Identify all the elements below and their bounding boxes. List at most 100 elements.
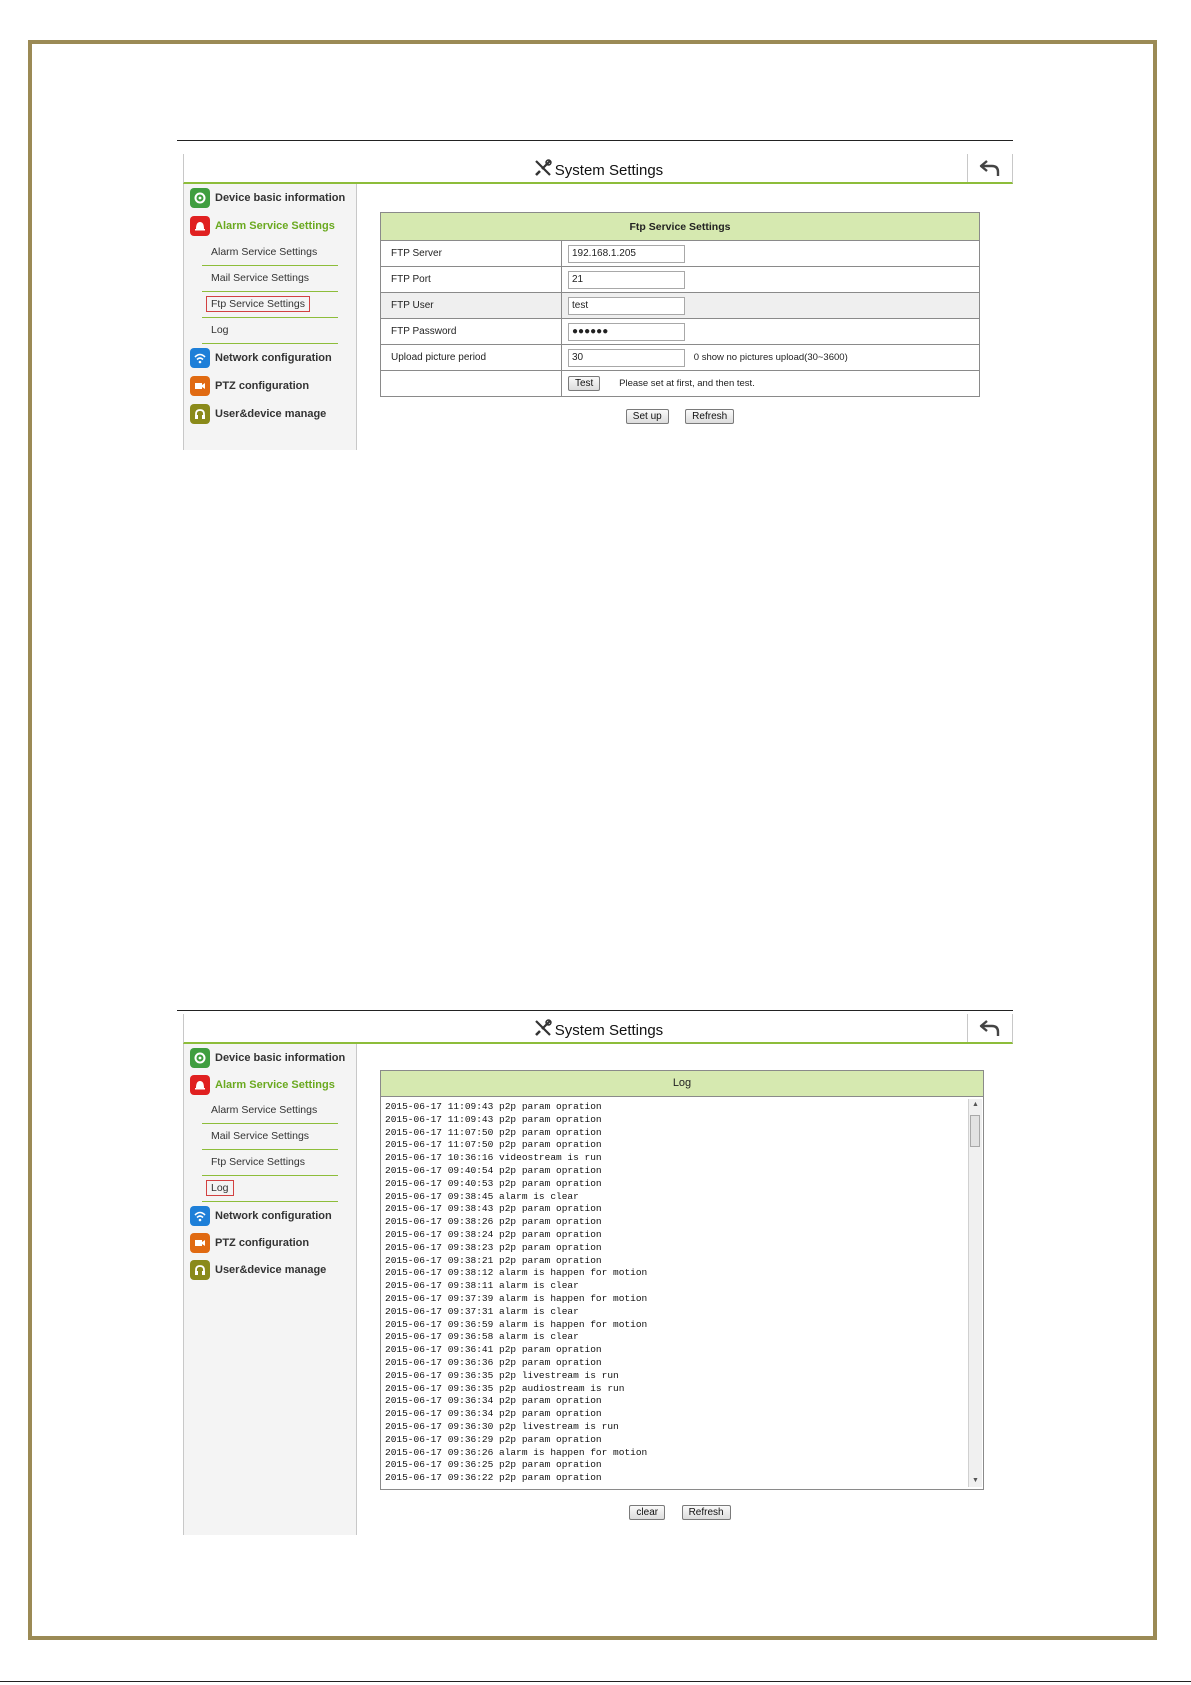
scroll-up-icon[interactable]: ▲ <box>969 1099 982 1111</box>
subnav-label: Ftp Service Settings <box>211 1156 305 1168</box>
ftp-settings-table: Ftp Service Settings FTP Server 192.168.… <box>380 212 980 397</box>
sidebar-item-device-basic[interactable]: Device basic information <box>184 1044 356 1071</box>
camera-icon <box>190 376 210 396</box>
log-line: 2015-06-17 09:36:59 alarm is happen for … <box>385 1318 648 1330</box>
sidebar-item-alarm-service[interactable]: Alarm Service Settings <box>184 1071 356 1098</box>
sidebar-item-network[interactable]: Network configuration <box>184 344 356 372</box>
log-line: 2015-06-17 09:40:53 p2p param opration <box>385 1177 602 1189</box>
subnav-label: Alarm Service Settings <box>211 1104 318 1116</box>
upload-period-input[interactable]: 30 <box>568 348 685 367</box>
upload-period-label: Upload picture period <box>380 344 562 371</box>
sidebar-item-label: Network configuration <box>215 352 332 364</box>
back-button[interactable] <box>967 1014 1012 1042</box>
upload-period-hint: 0 show no pictures upload(30~3600) <box>693 352 848 364</box>
sidebar-item-network[interactable]: Network configuration <box>184 1202 356 1229</box>
log-line: 2015-06-17 09:40:54 p2p param opration <box>385 1164 602 1176</box>
bell-icon <box>190 1074 210 1095</box>
ftp-user-input[interactable]: test <box>568 296 685 315</box>
gear-icon <box>190 1047 210 1068</box>
scrollbar[interactable]: ▲ ▼ <box>968 1099 982 1487</box>
subnav-log[interactable]: Log <box>202 1176 338 1202</box>
subnav-alarm-service[interactable]: Alarm Service Settings <box>202 240 338 266</box>
sidebar-item-label: Network configuration <box>215 1209 332 1222</box>
log-panel: System Settings Device basic information… <box>177 1010 1013 1535</box>
divider <box>177 140 1013 141</box>
sidebar: Device basic information Alarm Service S… <box>183 184 357 450</box>
sidebar-item-user-device[interactable]: User&device manage <box>184 1256 356 1283</box>
table-row: Upload picture period 30 0 show no pictu… <box>380 344 980 371</box>
gear-icon <box>190 188 210 208</box>
page-title: System Settings <box>554 162 664 179</box>
scroll-down-icon[interactable]: ▼ <box>969 1475 982 1487</box>
sidebar-item-label: Alarm Service Settings <box>215 220 335 232</box>
sidebar: Device basic information Alarm Service S… <box>183 1044 357 1535</box>
table-row: FTP Port 21 <box>380 266 980 293</box>
ftp-password-input[interactable]: ●●●●●● <box>568 322 685 341</box>
test-hint: Please set at first, and then test. <box>619 378 755 389</box>
log-line: 2015-06-17 09:36:36 p2p param opration <box>385 1356 602 1368</box>
table-row: FTP Password ●●●●●● <box>380 318 980 345</box>
clear-button[interactable]: clear <box>629 1505 666 1520</box>
subnav-mail-service[interactable]: Mail Service Settings <box>202 266 338 292</box>
log-line: 2015-06-17 10:36:16 videostream is run <box>385 1152 602 1164</box>
log-line: 2015-06-17 09:38:24 p2p param opration <box>385 1228 602 1240</box>
subnav-label: Log <box>211 324 229 336</box>
sidebar-item-label: Device basic information <box>215 192 346 204</box>
subnav-mail-service[interactable]: Mail Service Settings <box>202 1124 338 1150</box>
log-textarea[interactable]: 2015-06-17 11:09:43 p2p param opration 20… <box>383 1099 967 1487</box>
headset-icon <box>190 404 210 424</box>
log-box: Log 2015-06-17 11:09:43 p2p param oprati… <box>380 1070 984 1490</box>
subnav-ftp-service[interactable]: Ftp Service Settings <box>202 292 338 318</box>
refresh-button[interactable]: Refresh <box>681 1505 731 1520</box>
table-row: FTP Server 192.168.1.205 <box>380 240 980 267</box>
log-header: Log <box>381 1071 983 1097</box>
sidebar-item-label: PTZ configuration <box>215 1236 310 1249</box>
sidebar-item-ptz[interactable]: PTZ configuration <box>184 1229 356 1256</box>
subnav-alarm-service[interactable]: Alarm Service Settings <box>202 1098 338 1124</box>
log-line: 2015-06-17 09:38:23 p2p param opration <box>385 1241 602 1253</box>
empty-cell <box>380 370 562 397</box>
sidebar-item-device-basic[interactable]: Device basic information <box>184 184 356 212</box>
wifi-icon <box>190 348 210 368</box>
log-line: 2015-06-17 09:36:35 p2p livestream is ru… <box>385 1369 619 1381</box>
sidebar-item-user-device[interactable]: User&device manage <box>184 400 356 428</box>
log-line: 2015-06-17 09:38:11 alarm is clear <box>385 1280 579 1292</box>
subnav-label-selected: Log <box>206 1180 234 1196</box>
log-line: 2015-06-17 09:36:34 p2p param opration <box>385 1408 602 1420</box>
test-button[interactable]: Test <box>568 376 601 391</box>
ftp-server-label: FTP Server <box>380 240 562 267</box>
page-title: System Settings <box>554 1022 664 1039</box>
ftp-actions: Set up Refresh <box>380 406 980 424</box>
log-line: 2015-06-17 09:38:21 p2p param opration <box>385 1254 602 1266</box>
log-line: 2015-06-17 09:36:30 p2p livestream is ru… <box>385 1420 619 1432</box>
ftp-user-label: FTP User <box>380 292 562 319</box>
log-actions: clear Refresh <box>380 1502 980 1520</box>
scroll-thumb[interactable] <box>970 1115 980 1147</box>
subnav-label: Mail Service Settings <box>211 1130 310 1142</box>
sidebar-item-alarm-service[interactable]: Alarm Service Settings <box>184 212 356 240</box>
log-line: 2015-06-17 09:37:39 alarm is happen for … <box>385 1292 648 1304</box>
tools-icon <box>534 159 552 176</box>
ftp-port-input[interactable]: 21 <box>568 270 685 289</box>
camera-icon <box>190 1232 210 1253</box>
log-line: 2015-06-17 09:36:34 p2p param opration <box>385 1395 602 1407</box>
log-line: 2015-06-17 09:36:41 p2p param opration <box>385 1344 602 1356</box>
ftp-password-label: FTP Password <box>380 318 562 345</box>
back-button[interactable] <box>967 154 1012 182</box>
subnav-ftp-service[interactable]: Ftp Service Settings <box>202 1150 338 1176</box>
tools-icon <box>534 1019 552 1036</box>
subnav-log[interactable]: Log <box>202 318 338 344</box>
ftp-server-input[interactable]: 192.168.1.205 <box>568 244 685 263</box>
log-line: 2015-06-17 09:38:26 p2p param opration <box>385 1216 602 1228</box>
back-arrow-icon <box>979 1020 1000 1036</box>
sidebar-item-ptz[interactable]: PTZ configuration <box>184 372 356 400</box>
subnav-label: Mail Service Settings <box>211 272 310 284</box>
refresh-button[interactable]: Refresh <box>685 409 735 424</box>
table-header: Ftp Service Settings <box>380 212 980 241</box>
setup-button[interactable]: Set up <box>625 409 669 424</box>
bell-icon <box>190 216 210 236</box>
log-line: 2015-06-17 09:37:31 alarm is clear <box>385 1305 579 1317</box>
title-bar: System Settings <box>183 154 1013 184</box>
sidebar-item-label: User&device manage <box>215 408 327 420</box>
log-line: 2015-06-17 09:36:25 p2p param opration <box>385 1459 602 1471</box>
